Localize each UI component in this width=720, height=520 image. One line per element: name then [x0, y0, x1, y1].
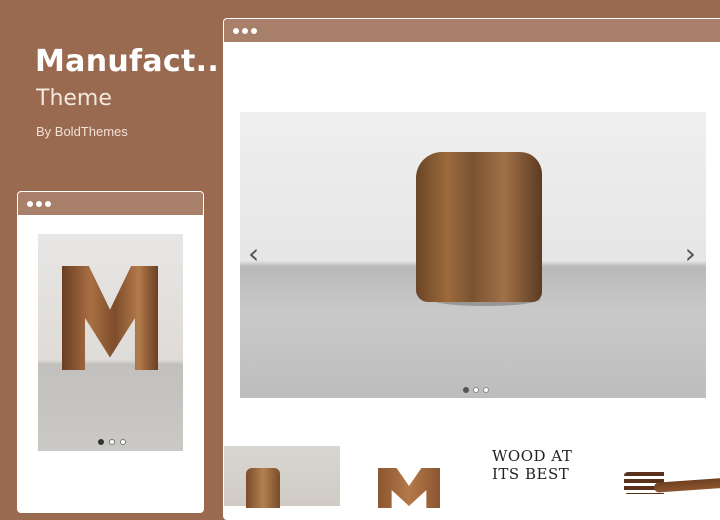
wood-stump-image: [416, 152, 542, 302]
theme-byline: By BoldThemes: [36, 124, 128, 139]
slider-prev-icon[interactable]: ‹: [248, 240, 259, 268]
tagline-line-1: WOOD AT: [492, 447, 573, 465]
window-dot-icon: [233, 28, 239, 34]
hero-slider: ‹ ›: [240, 112, 706, 398]
window-dot-icon: [36, 201, 42, 207]
product-thumbnails: WOOD AT ITS BEST: [224, 446, 720, 508]
thumbnail-letter-m: [376, 466, 442, 508]
slider-dot-active[interactable]: [463, 387, 469, 393]
window-dot-icon: [27, 201, 33, 207]
window-dot-icon: [242, 28, 248, 34]
slider-dot-active[interactable]: [98, 439, 104, 445]
mobile-preview-window: [17, 191, 204, 513]
thumbnail-fork: [624, 468, 720, 498]
wood-vase-image: [246, 468, 280, 508]
tagline-line-2: ITS BEST: [492, 465, 570, 483]
slider-dot[interactable]: [473, 387, 479, 393]
window-dot-icon: [251, 28, 257, 34]
window-dots: [233, 28, 257, 34]
wood-letter-m-image: [62, 266, 158, 370]
thumbnail-vase: [224, 446, 340, 508]
slider-dot[interactable]: [109, 439, 115, 445]
theme-subtitle: Theme: [36, 86, 112, 111]
mobile-hero-slider: [38, 234, 183, 451]
tagline: WOOD AT ITS BEST: [492, 447, 602, 483]
slider-dot[interactable]: [483, 387, 489, 393]
browser-toolbar: [18, 192, 203, 215]
theme-title: Manufact..: [35, 44, 220, 79]
window-dot-icon: [45, 201, 51, 207]
desktop-preview-window: ‹ › WOOD AT ITS BEST: [223, 18, 720, 520]
slider-dot[interactable]: [120, 439, 126, 445]
window-dots: [27, 201, 51, 207]
wood-letter-m-image: [378, 468, 440, 508]
slider-pagination: [463, 387, 489, 393]
browser-toolbar: [224, 19, 720, 42]
slider-next-icon[interactable]: ›: [685, 240, 696, 268]
slider-pagination: [98, 439, 126, 445]
